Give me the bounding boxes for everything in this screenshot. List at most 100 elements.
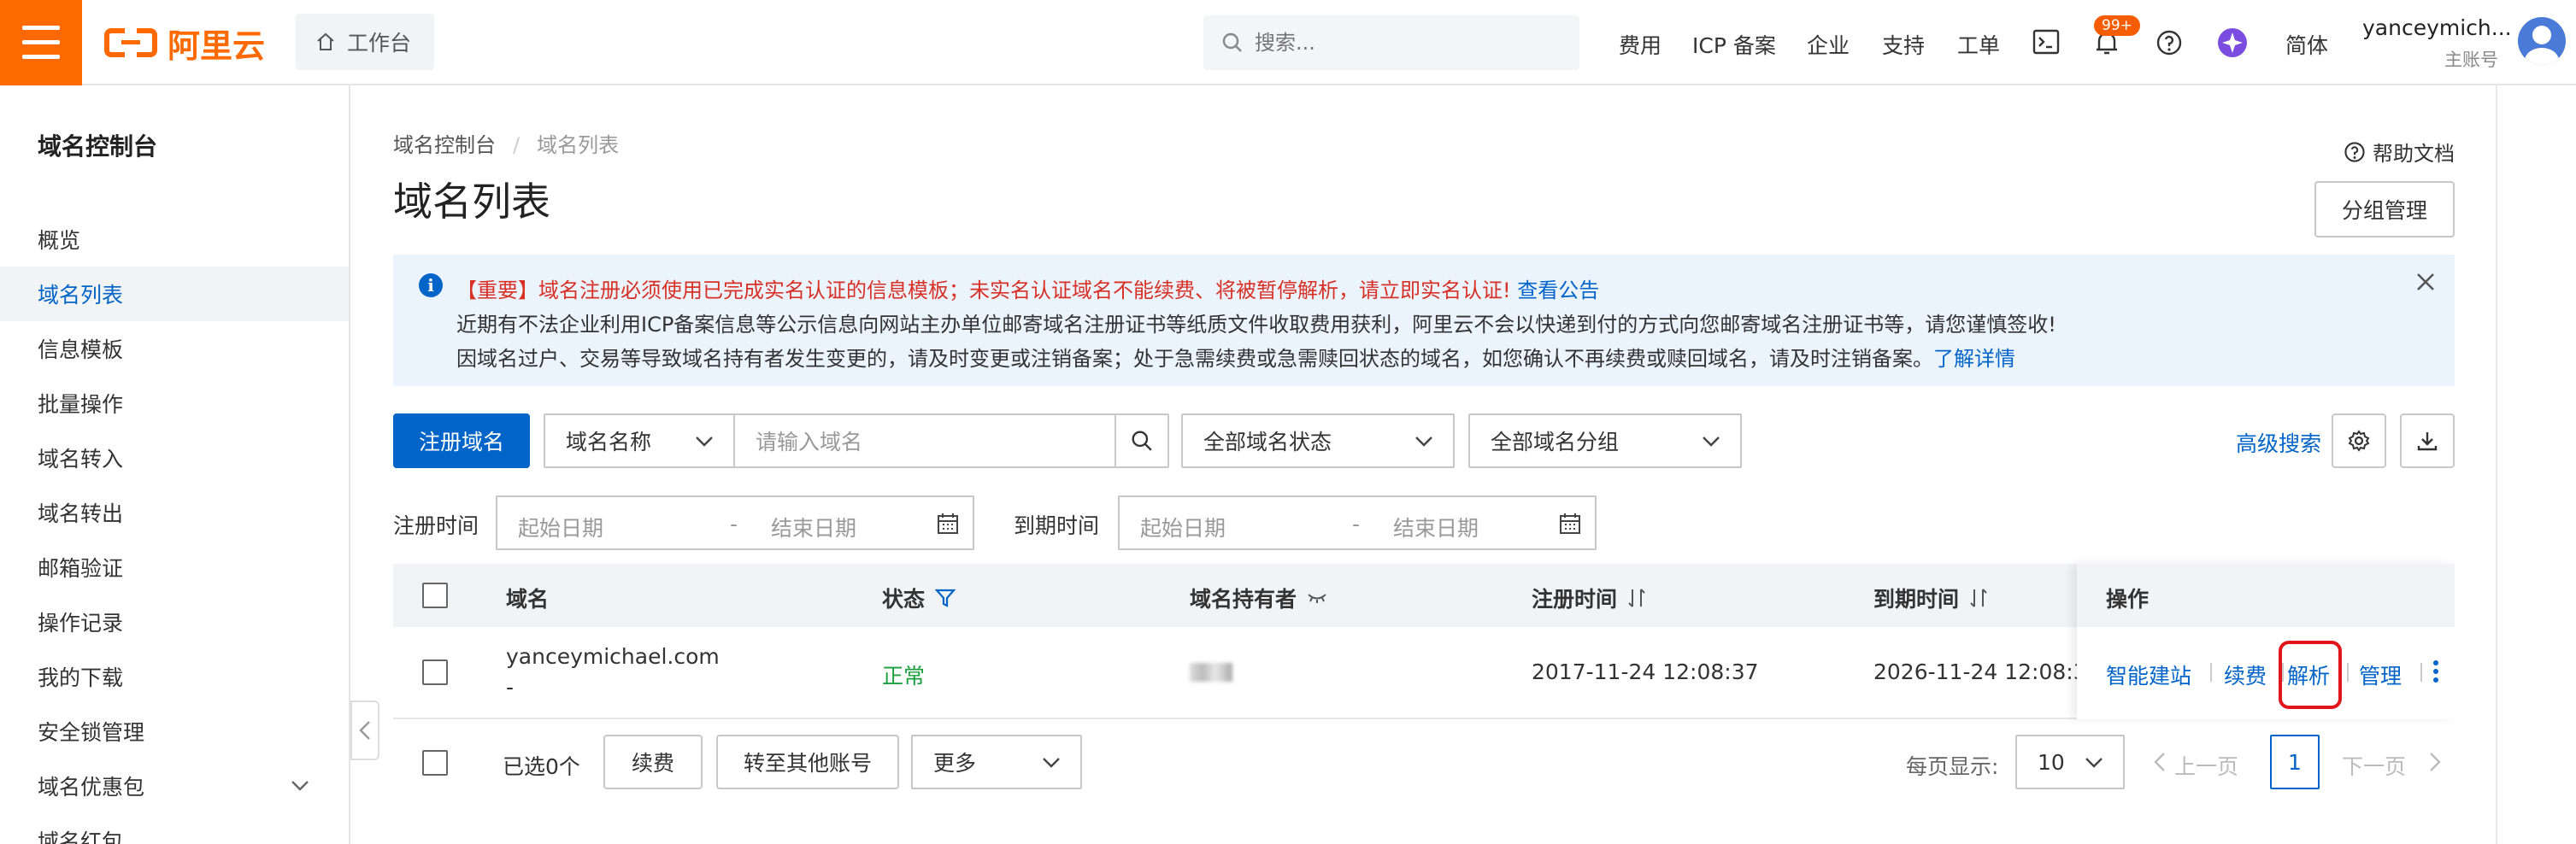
help-doc-link[interactable]: 帮助文档: [2344, 137, 2455, 167]
nav-enterprise[interactable]: 企业: [1807, 29, 1850, 60]
search-input[interactable]: [1255, 31, 1562, 55]
language-switch[interactable]: 简体: [2285, 29, 2328, 60]
reg-start-date[interactable]: 起始日期: [518, 512, 603, 542]
breadcrumb-current: 域名列表: [537, 133, 620, 157]
domain-group-value: 全部域名分组: [1491, 430, 1620, 454]
sidebar-item-overview[interactable]: 概览: [0, 212, 349, 267]
notice-line-1: 【重要】域名注册必须使用已完成实名认证的信息模板；未实名认证域名不能续费、将被暂…: [456, 273, 1599, 303]
transfer-account-button[interactable]: 转至其他账号: [716, 735, 899, 789]
content-right-border: [2496, 85, 2497, 844]
view-announcement-link[interactable]: 查看公告: [1517, 278, 1599, 302]
register-domain-button[interactable]: 注册域名: [393, 413, 530, 468]
breadcrumb-console[interactable]: 域名控制台: [393, 133, 496, 157]
sidebar-item-oplog[interactable]: 操作记录: [0, 595, 349, 649]
select-all-checkbox[interactable]: [422, 583, 448, 608]
search-icon: [1132, 431, 1152, 451]
col-status-label: 状态: [882, 587, 926, 612]
nav-icp[interactable]: ICP 备案: [1692, 29, 1776, 60]
close-icon[interactable]: [2415, 272, 2436, 292]
op-divider: [2347, 663, 2349, 682]
search-field-value: 域名名称: [566, 430, 652, 454]
terminal-icon[interactable]: [2032, 29, 2060, 55]
advanced-search-link[interactable]: 高级搜索: [2236, 427, 2321, 458]
nav-support[interactable]: 支持: [1882, 29, 1925, 60]
row-checkbox[interactable]: [422, 659, 448, 685]
col-expires-label: 到期时间: [1873, 587, 1960, 612]
notice-line-2: 近期有不法企业利用ICP备案信息等公示信息向网站主办单位邮寄域名注册证书等纸质文…: [456, 313, 2056, 337]
sidebar-item-downloads[interactable]: 我的下载: [0, 649, 349, 704]
holder-masked: [1190, 663, 1232, 682]
sidebar-item-email-verify[interactable]: 邮箱验证: [0, 540, 349, 595]
chevron-down-icon: [2085, 758, 2103, 768]
manage-link[interactable]: 管理: [2359, 659, 2402, 690]
user-name[interactable]: yanceymich...: [2362, 15, 2512, 40]
sidebar-item-security-lock[interactable]: 安全锁管理: [0, 704, 349, 759]
col-expires: 到期时间: [1873, 583, 1988, 613]
per-page-select[interactable]: 10: [2015, 735, 2125, 789]
reg-end-date[interactable]: 结束日期: [771, 512, 856, 542]
sidebar-item-batch[interactable]: 批量操作: [0, 376, 349, 431]
sidebar-item-transfer-in[interactable]: 域名转入: [0, 431, 349, 485]
exp-start-date[interactable]: 起始日期: [1140, 512, 1226, 542]
exp-date-dash: -: [1352, 512, 1361, 536]
domain-search-button[interactable]: [1115, 413, 1169, 468]
domain-search-input[interactable]: 请输入域名: [733, 413, 1116, 468]
sort-icon[interactable]: [1627, 588, 1646, 608]
group-manage-button[interactable]: 分组管理: [2314, 181, 2455, 237]
user-avatar[interactable]: [2518, 17, 2566, 65]
breadcrumb: 域名控制台 / 域名列表: [393, 128, 619, 158]
bulk-renew-button[interactable]: 续费: [603, 735, 703, 789]
sidebar-collapse-button[interactable]: [350, 700, 379, 760]
help-icon[interactable]: [2155, 29, 2183, 56]
notice-line-3: 因域名过户、交易等导致域名持有者发生变更的，请及时变更或注销备案；处于急需续费或…: [456, 342, 2015, 372]
domain-link[interactable]: yanceymichael.com: [506, 644, 720, 669]
bulk-select-checkbox[interactable]: [422, 750, 448, 776]
status-badge: 正常: [882, 664, 926, 689]
sidebar-item-domain-list[interactable]: 域名列表: [0, 267, 349, 321]
hamburger-menu-button[interactable]: [0, 0, 82, 85]
chevron-down-icon: [1703, 437, 1720, 447]
selected-count: 已选0个: [503, 754, 580, 779]
learn-more-link[interactable]: 了解详情: [1933, 347, 2015, 371]
filter-icon[interactable]: [935, 588, 956, 608]
reg-date-range[interactable]: 起始日期 - 结束日期: [496, 495, 974, 550]
notice-banner: i 【重要】域名注册必须使用已完成实名认证的信息模板；未实名认证域名不能续费、将…: [393, 255, 2455, 386]
prev-page-button[interactable]: 上一页: [2174, 750, 2238, 781]
ai-assistant-icon[interactable]: [2217, 27, 2248, 58]
sidebar-item-red-packet[interactable]: 域名红包: [0, 813, 349, 844]
col-holder: 域名持有者: [1190, 583, 1327, 613]
ops-header: 操作: [2077, 564, 2455, 627]
sidebar-title: 域名控制台: [38, 132, 158, 161]
smart-site-link[interactable]: 智能建站: [2106, 659, 2191, 690]
exp-date-range[interactable]: 起始日期 - 结束日期: [1118, 495, 1597, 550]
sort-icon[interactable]: [1969, 588, 1988, 608]
col-domain-label: 域名: [506, 587, 550, 612]
nav-ticket[interactable]: 工单: [1957, 29, 2000, 60]
download-button[interactable]: [2400, 413, 2455, 468]
next-page-button[interactable]: 下一页: [2342, 750, 2406, 781]
page-1-button[interactable]: 1: [2270, 735, 2320, 789]
exp-end-date[interactable]: 结束日期: [1393, 512, 1479, 542]
workbench-button[interactable]: 工作台: [296, 14, 434, 70]
aliyun-logo-mark: [104, 26, 157, 61]
page-title: 域名列表: [393, 179, 550, 225]
renew-link[interactable]: 续费: [2224, 659, 2267, 690]
sidebar-item-info-template[interactable]: 信息模板: [0, 321, 349, 376]
domain-input-placeholder: 请输入域名: [756, 430, 863, 454]
eye-closed-icon[interactable]: [1307, 592, 1327, 604]
aliyun-logo[interactable]: 阿里云: [104, 22, 265, 65]
chevron-down-icon: [291, 781, 309, 791]
domain-status-select[interactable]: 全部域名状态: [1181, 413, 1455, 468]
brand-name: 阿里云: [168, 26, 266, 65]
sidebar-item-transfer-out[interactable]: 域名转出: [0, 485, 349, 540]
more-options-icon[interactable]: [2432, 659, 2439, 683]
nav-billing[interactable]: 费用: [1619, 29, 1661, 60]
table-settings-button[interactable]: [2332, 413, 2386, 468]
calendar-icon: [938, 513, 958, 534]
notice-important-text: 【重要】域名注册必须使用已完成实名认证的信息模板；未实名认证域名不能续费、将被暂…: [456, 278, 1511, 302]
bulk-more-select[interactable]: 更多: [911, 735, 1082, 789]
domain-group-select[interactable]: 全部域名分组: [1468, 413, 1742, 468]
global-search[interactable]: [1203, 15, 1579, 70]
search-field-select[interactable]: 域名名称: [544, 413, 735, 468]
sidebar-item-discount-pack[interactable]: 域名优惠包: [0, 759, 349, 813]
